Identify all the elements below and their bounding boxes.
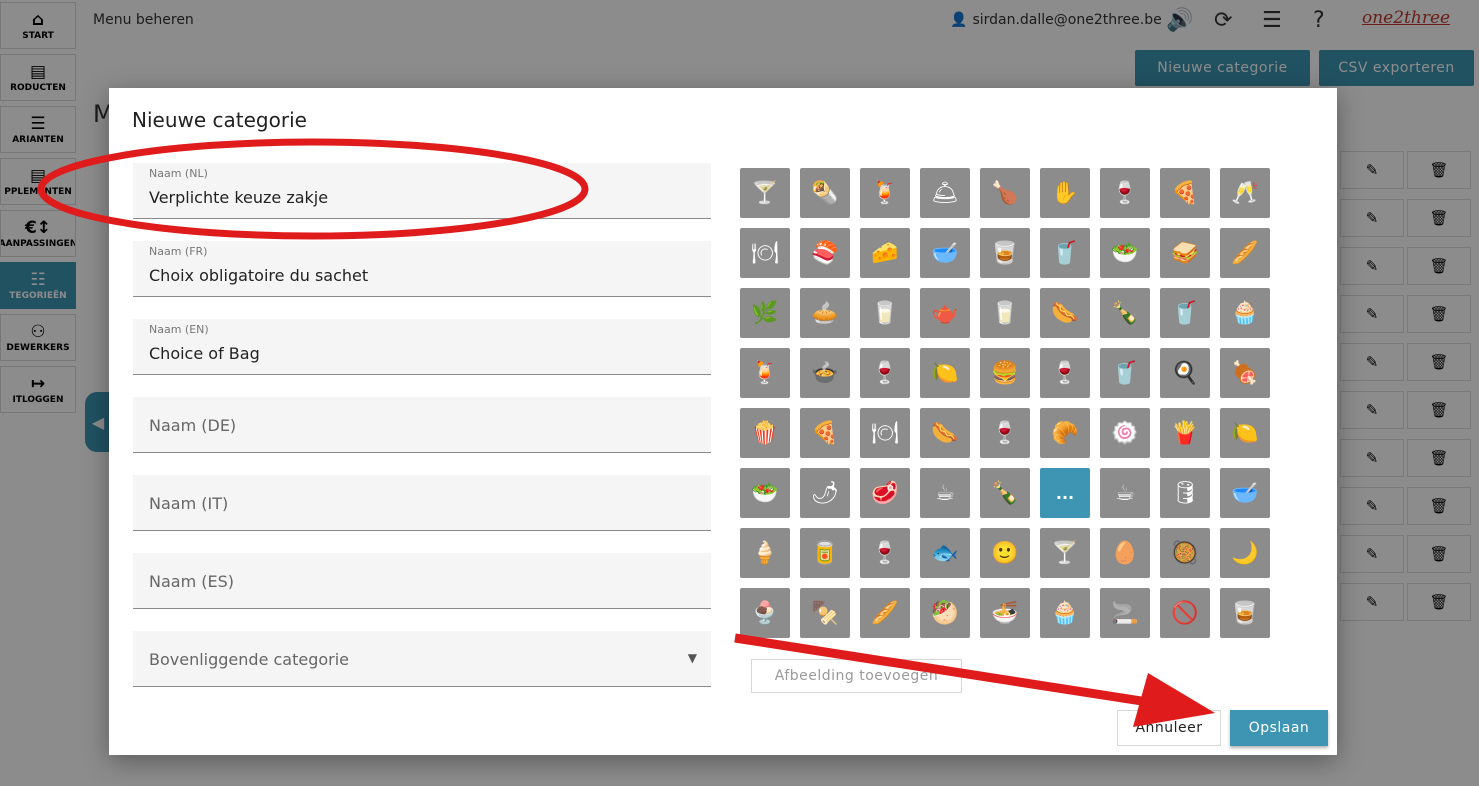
icon-option[interactable]: 🥂 bbox=[1220, 168, 1270, 218]
icon-option[interactable]: 🍨 bbox=[740, 588, 790, 638]
parent-category-select[interactable]: Bovenliggende categorie ▼ bbox=[133, 631, 711, 687]
icon-option[interactable]: 🥩 bbox=[860, 468, 910, 518]
field-label: Naam (NL) bbox=[149, 167, 208, 180]
icon-option[interactable]: 🥖 bbox=[860, 588, 910, 638]
icon-option[interactable]: 🙂 bbox=[980, 528, 1030, 578]
icon-option[interactable]: 🍽 bbox=[860, 408, 910, 458]
icon-option[interactable]: 🌶 bbox=[800, 468, 850, 518]
new-category-dialog: Nieuwe categorie Naam (NL) Verplichte ke… bbox=[109, 88, 1337, 755]
field-placeholder: Naam (IT) bbox=[149, 494, 229, 513]
icon-option[interactable]: 🍗 bbox=[980, 168, 1030, 218]
icon-option[interactable]: 🥪 bbox=[1160, 228, 1210, 278]
icon-option[interactable]: 🧁 bbox=[1220, 288, 1270, 338]
icon-option[interactable]: 🧁 bbox=[1040, 588, 1090, 638]
icon-option[interactable]: 🍷 bbox=[980, 408, 1030, 458]
icon-option[interactable]: 🥤 bbox=[1100, 348, 1150, 398]
icon-option[interactable]: 🥖 bbox=[1220, 228, 1270, 278]
icon-option[interactable]: 🌯 bbox=[800, 168, 850, 218]
icon-option[interactable]: 🍷 bbox=[860, 348, 910, 398]
icon-option[interactable]: 🍟 bbox=[1160, 408, 1210, 458]
icon-option[interactable]: 🍽 bbox=[740, 228, 790, 278]
name-de-field[interactable]: Naam (DE) bbox=[133, 397, 711, 453]
icon-option[interactable]: 🚫 bbox=[1160, 588, 1210, 638]
name-it-field[interactable]: Naam (IT) bbox=[133, 475, 711, 531]
icon-option[interactable]: 🌿 bbox=[740, 288, 790, 338]
icon-option[interactable]: 🚬 bbox=[1100, 588, 1150, 638]
icon-option[interactable]: 🍕 bbox=[1160, 168, 1210, 218]
icon-option[interactable]: 🍾 bbox=[980, 468, 1030, 518]
icon-option[interactable]: 🍿 bbox=[740, 408, 790, 458]
field-label: Naam (FR) bbox=[149, 245, 208, 258]
field-placeholder: Naam (ES) bbox=[149, 572, 234, 591]
icon-option[interactable]: 🍹 bbox=[740, 348, 790, 398]
icon-option[interactable]: 🍢 bbox=[800, 588, 850, 638]
icon-option[interactable]: 🥤 bbox=[1160, 288, 1210, 338]
field-value: Choix obligatoire du sachet bbox=[149, 266, 369, 285]
icon-option[interactable]: 🍋 bbox=[920, 348, 970, 398]
icon-option[interactable]: ☕ bbox=[920, 468, 970, 518]
icon-option[interactable]: 🛢 bbox=[1160, 468, 1210, 518]
icon-option[interactable]: 🍜 bbox=[980, 588, 1030, 638]
icon-option[interactable]: 🥗 bbox=[740, 468, 790, 518]
icon-option[interactable]: 🌙 bbox=[1220, 528, 1270, 578]
icon-option[interactable]: 🥃 bbox=[1220, 588, 1270, 638]
field-value: Verplichte keuze zakje bbox=[149, 188, 329, 207]
icon-option[interactable]: 🥧 bbox=[800, 288, 850, 338]
cancel-button[interactable]: Annuleer bbox=[1117, 710, 1221, 746]
icon-option[interactable]: 🥛 bbox=[980, 288, 1030, 338]
icon-option[interactable]: 🥐 bbox=[1040, 408, 1090, 458]
icon-option[interactable]: 🛎 bbox=[920, 168, 970, 218]
caret-down-icon: ▼ bbox=[687, 651, 697, 665]
icon-option[interactable]: 🍳 bbox=[1160, 348, 1210, 398]
icon-option[interactable]: 🥣 bbox=[1220, 468, 1270, 518]
icon-option[interactable]: 🍷 bbox=[1100, 168, 1150, 218]
icon-option[interactable]: 🍥 bbox=[1100, 408, 1150, 458]
icon-option[interactable]: 🥤 bbox=[1040, 228, 1090, 278]
icon-option[interactable]: 🥣 bbox=[920, 228, 970, 278]
icon-option[interactable]: 🧀 bbox=[860, 228, 910, 278]
dialog-title: Nieuwe categorie bbox=[132, 108, 307, 132]
icon-option[interactable]: 🍾 bbox=[1100, 288, 1150, 338]
icon-option[interactable]: ☕ bbox=[1100, 468, 1150, 518]
icon-option[interactable]: 🍣 bbox=[800, 228, 850, 278]
icon-option[interactable]: 🍕 bbox=[800, 408, 850, 458]
field-placeholder: Naam (DE) bbox=[149, 416, 237, 435]
name-fr-field[interactable]: Naam (FR) Choix obligatoire du sachet bbox=[133, 241, 711, 297]
field-label: Naam (EN) bbox=[149, 323, 209, 336]
icon-option[interactable]: 🍋 bbox=[1220, 408, 1270, 458]
icon-option[interactable]: 🍔 bbox=[980, 348, 1030, 398]
field-value: Choice of Bag bbox=[149, 344, 260, 363]
name-es-field[interactable]: Naam (ES) bbox=[133, 553, 711, 609]
icon-option[interactable]: 🥚 bbox=[1100, 528, 1150, 578]
icon-option[interactable]: 🥘 bbox=[1160, 528, 1210, 578]
name-nl-field[interactable]: Naam (NL) Verplichte keuze zakje bbox=[133, 163, 711, 219]
icon-option[interactable]: 🌭 bbox=[920, 408, 970, 458]
icon-option[interactable]: 🍹 bbox=[860, 168, 910, 218]
icon-option[interactable]: 🍦 bbox=[740, 528, 790, 578]
icon-option[interactable]: 🐟 bbox=[920, 528, 970, 578]
icon-option-selected[interactable]: ... bbox=[1040, 468, 1090, 518]
field-placeholder: Bovenliggende categorie bbox=[149, 650, 350, 669]
icon-option[interactable]: 🥛 bbox=[860, 288, 910, 338]
icon-option[interactable]: 🫖 bbox=[920, 288, 970, 338]
icon-option[interactable]: 🥫 bbox=[800, 528, 850, 578]
name-en-field[interactable]: Naam (EN) Choice of Bag bbox=[133, 319, 711, 375]
icon-option[interactable]: 🥗 bbox=[1100, 228, 1150, 278]
icon-option[interactable]: 🍸 bbox=[740, 168, 790, 218]
icon-option[interactable]: 🥃 bbox=[980, 228, 1030, 278]
icon-option[interactable]: 🍷 bbox=[1040, 348, 1090, 398]
icon-option[interactable]: 🍷 bbox=[860, 528, 910, 578]
icon-option[interactable]: 🍸 bbox=[1040, 528, 1090, 578]
add-image-button[interactable]: Afbeelding toevoegen bbox=[751, 659, 962, 693]
icon-option[interactable]: 🍲 bbox=[800, 348, 850, 398]
icon-option[interactable]: ✋ bbox=[1040, 168, 1090, 218]
icon-option[interactable]: 🌭 bbox=[1040, 288, 1090, 338]
save-button[interactable]: Opslaan bbox=[1230, 710, 1328, 746]
icon-option[interactable]: 🥙 bbox=[920, 588, 970, 638]
icon-option[interactable]: 🍖 bbox=[1220, 348, 1270, 398]
